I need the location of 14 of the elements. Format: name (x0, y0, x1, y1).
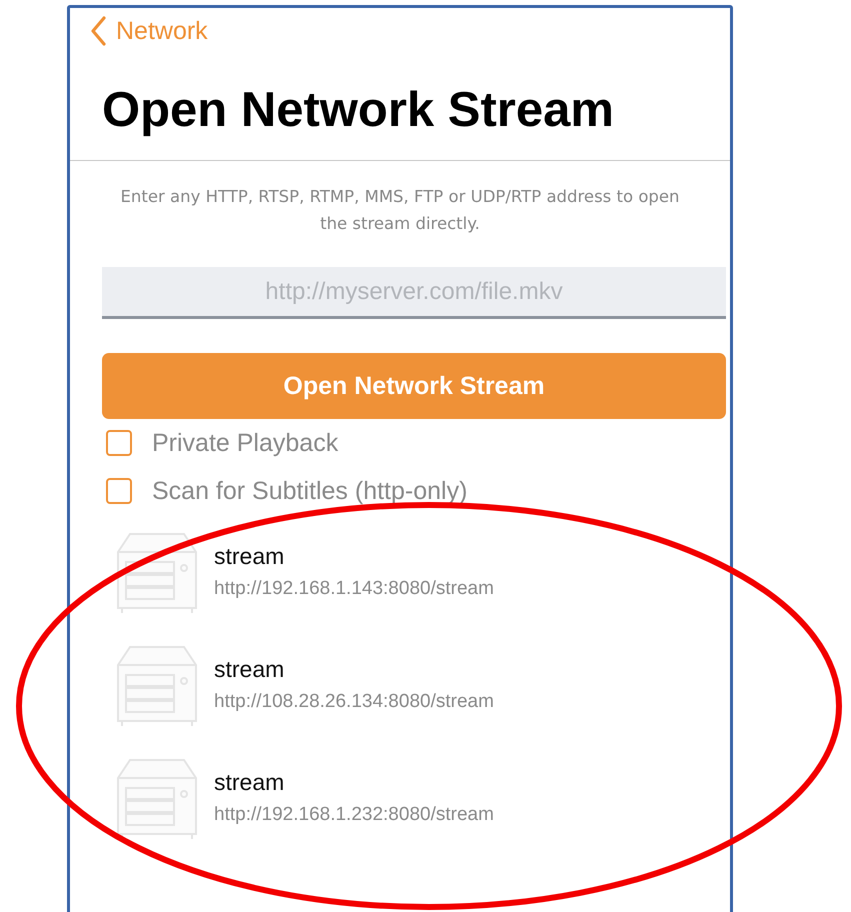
stream-name[interactable]: stream (214, 543, 494, 570)
url-input-field[interactable]: http://myserver.com/file.mkv (102, 267, 726, 319)
stream-name[interactable]: stream (214, 769, 494, 796)
option-label: Scan for Subtitles (http-only) (152, 476, 468, 506)
stream-name[interactable]: stream (214, 656, 494, 683)
stream-url: http://192.168.1.143:8080/stream (214, 578, 494, 600)
chevron-left-icon (90, 16, 106, 46)
option-label: Private Playback (152, 428, 338, 458)
stream-url: http://108.28.26.134:8080/stream (214, 691, 494, 713)
page-title: Open Network Stream (102, 82, 615, 139)
stream-url: http://192.168.1.232:8080/stream (214, 804, 494, 826)
checkbox[interactable] (106, 478, 132, 504)
checkbox[interactable] (106, 430, 132, 456)
description-text: Enter any HTTP, RTSP, RTMP, MMS, FTP or UDP/RTP address to open the stream directly. (119, 186, 681, 235)
